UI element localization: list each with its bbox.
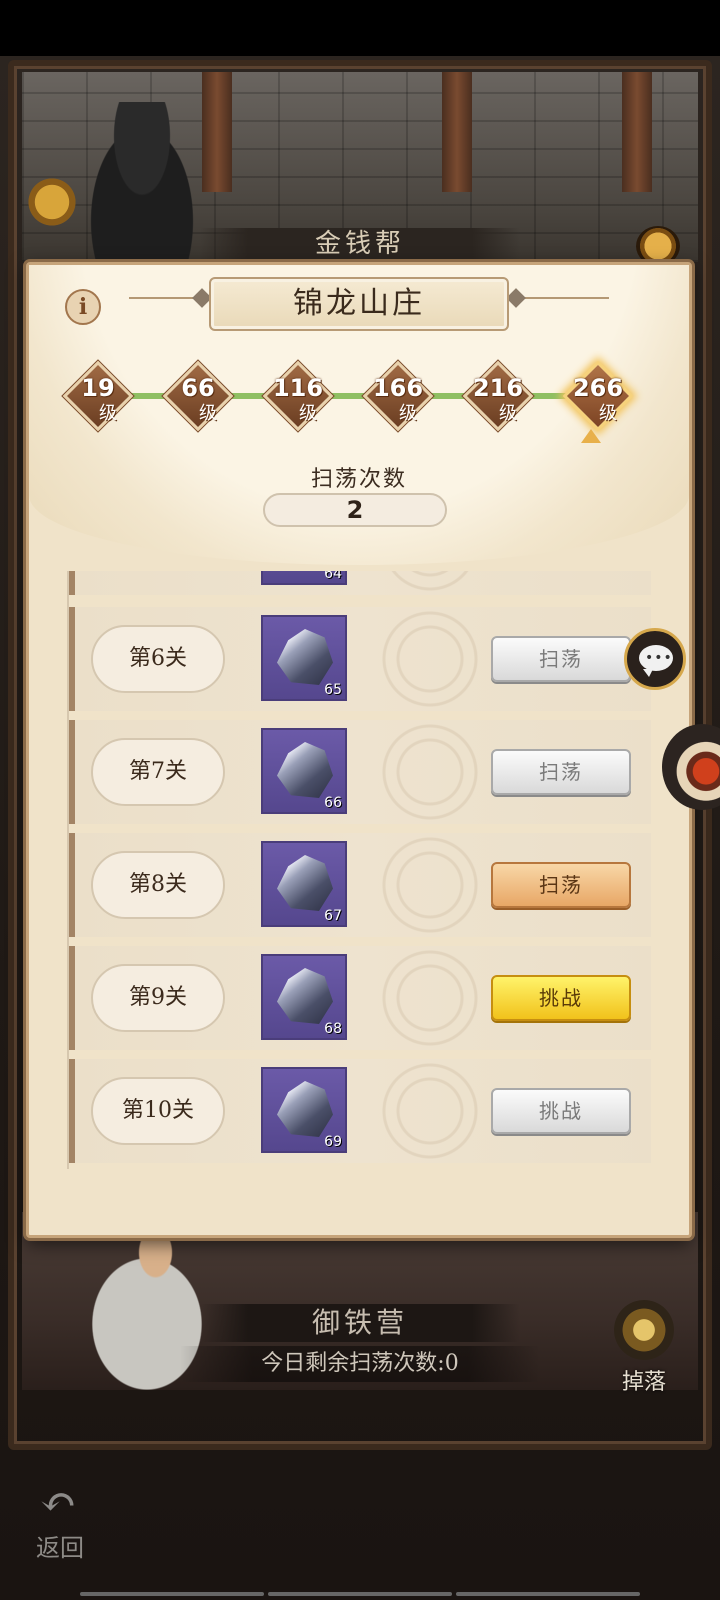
list-item: 第6关 65 扫荡: [69, 607, 651, 711]
ore-icon: [277, 742, 333, 798]
sweep-button[interactable]: 扫荡: [491, 862, 631, 908]
sweep-count-title: 扫荡次数: [310, 467, 407, 492]
sweep-count-value: 2: [263, 493, 447, 527]
row-decoration: [375, 946, 485, 1050]
ore-icon: [277, 855, 333, 911]
stage-label: 第6关: [91, 625, 225, 693]
back-label: 返回: [36, 1534, 84, 1562]
list-item: 第10关 69 挑战: [69, 1059, 651, 1163]
stage-label: 第10关: [91, 1077, 225, 1145]
back-button[interactable]: ↶ 返回: [20, 1478, 100, 1570]
level-node[interactable]: 19 级: [62, 360, 134, 432]
level-suffix: 级: [499, 403, 517, 424]
level-number: 166: [372, 374, 424, 402]
reward-item[interactable]: 65: [261, 615, 347, 701]
pillar: [622, 72, 652, 192]
level-node[interactable]: 66 级: [162, 360, 234, 432]
sweep-button[interactable]: 扫荡: [491, 636, 631, 682]
row-decoration: [375, 833, 485, 937]
nav-segment: [456, 1592, 640, 1596]
reward-item[interactable]: 64: [261, 571, 347, 585]
reward-count: 67: [324, 908, 342, 924]
reward-item[interactable]: 68: [261, 954, 347, 1040]
reward-item[interactable]: 67: [261, 841, 347, 927]
challenge-button[interactable]: 挑战: [491, 975, 631, 1021]
level-node-active[interactable]: 266 级: [562, 360, 634, 432]
level-suffix: 级: [299, 403, 317, 424]
level-suffix: 级: [99, 403, 117, 424]
list-item: 第8关 67 扫荡: [69, 833, 651, 937]
stage-label: 第9关: [91, 964, 225, 1032]
title-gem: [506, 288, 526, 308]
row-decoration: [375, 1059, 485, 1163]
level-suffix: 级: [199, 403, 217, 424]
row-decoration: [375, 720, 485, 824]
dialog-header: i 锦龙山庄 19 级 66 级 116 级 166 级 216 级 266 级…: [29, 265, 689, 565]
nav-segment: [268, 1592, 452, 1596]
reward-count: 69: [324, 1134, 342, 1150]
reward-count: 66: [324, 795, 342, 811]
top-stage-banner: 金钱帮: [200, 228, 520, 260]
system-nav-bar: [80, 1592, 640, 1596]
level-number: 266: [572, 374, 624, 402]
drop-label: 掉落: [621, 1370, 666, 1395]
level-suffix: 级: [599, 403, 617, 424]
ore-icon: [277, 629, 333, 685]
info-icon[interactable]: i: [65, 289, 101, 325]
stage-dialog: i 锦龙山庄 19 级 66 级 116 级 166 级 216 级 266 级…: [26, 262, 692, 1238]
level-node[interactable]: 116 级: [262, 360, 334, 432]
stage-label: 第8关: [91, 851, 225, 919]
dialog-title: 锦龙山庄: [209, 277, 509, 331]
row-decoration: [375, 571, 485, 595]
level-pointer-icon: [581, 429, 601, 443]
remaining-sweeps-text: 今日剩余扫荡次数:0: [180, 1346, 540, 1382]
nav-segment: [80, 1592, 264, 1596]
level-node[interactable]: 166 级: [362, 360, 434, 432]
drop-button[interactable]: 掉落: [608, 1300, 680, 1395]
pillar: [442, 72, 472, 192]
coin-pile-icon: [22, 172, 82, 232]
back-arrow-icon: ↶: [39, 1477, 77, 1528]
level-number: 66: [181, 374, 215, 402]
ninja-character: [77, 102, 207, 262]
coin-icon: [636, 226, 680, 266]
list-item: 第9关 68 挑战: [69, 946, 651, 1050]
list-item: 64: [69, 571, 651, 595]
row-decoration: [375, 607, 485, 711]
level-suffix: 级: [399, 403, 417, 424]
challenge-button[interactable]: 挑战: [491, 1088, 631, 1134]
ore-icon: [277, 968, 333, 1024]
sweep-button[interactable]: 扫荡: [491, 749, 631, 795]
stage-label: 第7关: [91, 738, 225, 806]
chat-button[interactable]: •••: [624, 628, 686, 690]
reward-count: 65: [324, 682, 342, 698]
level-number: 116: [272, 374, 324, 402]
reward-item[interactable]: 66: [261, 728, 347, 814]
bottom-stage-banner: 御铁营: [200, 1304, 520, 1342]
list-item: 第7关 66 扫荡: [69, 720, 651, 824]
drop-star-icon: [614, 1300, 674, 1360]
level-number: 19: [81, 374, 115, 402]
chat-dots: •••: [645, 650, 673, 666]
reward-count: 64: [324, 571, 342, 582]
ore-icon: [277, 1081, 333, 1137]
reward-count: 68: [324, 1021, 342, 1037]
level-node[interactable]: 216 级: [462, 360, 534, 432]
stage-list[interactable]: 64 第6关 65 扫荡 第7关 66 扫荡 第8关 67 扫荡 第9关 68 …: [67, 571, 651, 1169]
level-number: 216: [472, 374, 524, 402]
reward-item[interactable]: 69: [261, 1067, 347, 1153]
